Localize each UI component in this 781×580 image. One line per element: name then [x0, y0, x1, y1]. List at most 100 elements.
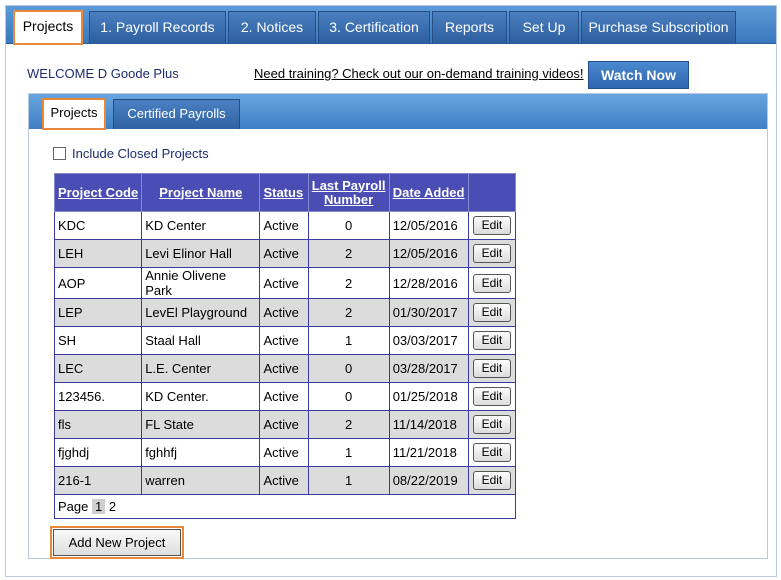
table-row: AOP Annie Olivene Park Active 2 12/28/2016 Ed…: [53, 267, 517, 299]
edit-button[interactable]: Edit: [472, 359, 511, 378]
tab-reports[interactable]: Reports: [432, 11, 507, 44]
cell-project-code: AOP: [53, 267, 143, 299]
cell-project-code: SH: [53, 326, 143, 355]
tab-set-up[interactable]: Set Up: [509, 11, 579, 44]
table-row: LEC L.E. Center Active 0 03/28/2017 Edit: [53, 354, 517, 383]
cell-actions: Edit: [467, 239, 517, 268]
table-row: KDC KD Center Active 0 12/05/2016 Edit: [53, 211, 517, 240]
cell-date-added: 01/25/2018: [388, 382, 469, 411]
cell-date-added: 12/28/2016: [388, 267, 469, 299]
tab-payroll-records[interactable]: 1. Payroll Records: [89, 11, 226, 44]
table-header-row: Project Code Project Name Status Last Pa…: [53, 173, 517, 212]
cell-project-code: fjghdj: [53, 438, 143, 467]
cell-last-payroll-number: 2: [307, 267, 390, 299]
cell-project-name: Levi Elinor Hall: [141, 239, 261, 268]
cell-project-code: LEH: [53, 239, 143, 268]
welcome-message: WELCOME D Goode Plus: [27, 66, 179, 81]
page-current: 1: [92, 499, 106, 514]
tab-notices[interactable]: 2. Notices: [228, 11, 316, 44]
table-body: KDC KD Center Active 0 12/05/2016 Edit LEH Levi…: [53, 211, 517, 495]
col-date-added[interactable]: Date Added: [388, 173, 469, 212]
pager-row: Page 1 2: [54, 494, 516, 519]
col-last-payroll-number[interactable]: Last Payroll Number: [307, 173, 390, 212]
cell-status: Active: [259, 239, 309, 268]
cell-status: Active: [259, 267, 309, 299]
cell-actions: Edit: [467, 466, 517, 495]
cell-last-payroll-number: 0: [307, 354, 390, 383]
col-project-code[interactable]: Project Code: [53, 173, 143, 212]
table-row: SH Staal Hall Active 1 03/03/2017 Edit: [53, 326, 517, 355]
include-closed-checkbox[interactable]: [53, 147, 66, 160]
cell-project-name: fghhfj: [141, 438, 261, 467]
cell-actions: Edit: [467, 326, 517, 355]
add-new-project-button[interactable]: Add New Project: [50, 526, 184, 559]
app-frame: Projects 1. Payroll Records 2. Notices 3…: [5, 5, 777, 577]
edit-button[interactable]: Edit: [472, 303, 511, 322]
include-closed-row: Include Closed Projects: [53, 146, 209, 161]
table-row: LEP LevEl Playground Active 2 01/30/2017 Edit: [53, 298, 517, 327]
cell-date-added: 01/30/2017: [388, 298, 469, 327]
col-actions: [467, 173, 517, 212]
edit-button[interactable]: Edit: [472, 443, 511, 462]
pager-cell: Page 1 2: [54, 494, 516, 519]
tab-purchase-subscription[interactable]: Purchase Subscription: [581, 11, 736, 44]
cell-actions: Edit: [467, 354, 517, 383]
cell-date-added: 12/05/2016: [388, 211, 469, 240]
cell-project-name: Staal Hall: [141, 326, 261, 355]
cell-project-name: KD Center.: [141, 382, 261, 411]
page-link-2[interactable]: 2: [109, 499, 116, 514]
cell-project-name: LevEl Playground: [141, 298, 261, 327]
cell-actions: Edit: [467, 298, 517, 327]
cell-project-name: Annie Olivene Park: [141, 267, 261, 299]
edit-button[interactable]: Edit: [472, 216, 511, 235]
cell-project-code: fls: [53, 410, 143, 439]
cell-status: Active: [259, 298, 309, 327]
table-row: fls FL State Active 2 11/14/2018 Edit: [53, 410, 517, 439]
cell-project-code: LEP: [53, 298, 143, 327]
cell-last-payroll-number: 2: [307, 239, 390, 268]
table-row: 216-1 warren Active 1 08/22/2019 Edit: [53, 466, 517, 495]
cell-last-payroll-number: 1: [307, 438, 390, 467]
cell-last-payroll-number: 0: [307, 382, 390, 411]
include-closed-label[interactable]: Include Closed Projects: [72, 146, 209, 161]
projects-table: Project Code Project Name Status Last Pa…: [53, 173, 517, 519]
cell-actions: Edit: [467, 410, 517, 439]
cell-status: Active: [259, 466, 309, 495]
cell-project-name: warren: [141, 466, 261, 495]
tab-certification[interactable]: 3. Certification: [318, 11, 430, 44]
cell-project-name: L.E. Center: [141, 354, 261, 383]
col-project-name[interactable]: Project Name: [141, 173, 261, 212]
main-tab-bar: Projects 1. Payroll Records 2. Notices 3…: [6, 6, 776, 45]
subtab-projects[interactable]: Projects: [42, 98, 106, 130]
cell-last-payroll-number: 1: [307, 326, 390, 355]
training-videos-link[interactable]: Need training? Check out our on-demand t…: [254, 66, 584, 81]
tab-projects[interactable]: Projects: [13, 10, 83, 45]
edit-button[interactable]: Edit: [472, 387, 511, 406]
cell-status: Active: [259, 211, 309, 240]
col-status[interactable]: Status: [259, 173, 309, 212]
cell-status: Active: [259, 410, 309, 439]
cell-status: Active: [259, 354, 309, 383]
cell-date-added: 12/05/2016: [388, 239, 469, 268]
edit-button[interactable]: Edit: [472, 415, 511, 434]
cell-last-payroll-number: 0: [307, 211, 390, 240]
cell-project-code: LEC: [53, 354, 143, 383]
edit-button[interactable]: Edit: [472, 273, 511, 293]
cell-last-payroll-number: 2: [307, 298, 390, 327]
cell-date-added: 11/14/2018: [388, 410, 469, 439]
cell-status: Active: [259, 438, 309, 467]
cell-project-code: 216-1: [53, 466, 143, 495]
watch-now-button[interactable]: Watch Now: [588, 61, 689, 89]
subtab-certified-payrolls[interactable]: Certified Payrolls: [113, 99, 240, 129]
table-row: 123456. KD Center. Active 0 01/25/2018 Edit: [53, 382, 517, 411]
table-row: fjghdj fghhfj Active 1 11/21/2018 Edit: [53, 438, 517, 467]
cell-project-name: KD Center: [141, 211, 261, 240]
edit-button[interactable]: Edit: [472, 471, 511, 490]
edit-button[interactable]: Edit: [472, 244, 511, 263]
table-row: LEH Levi Elinor Hall Active 2 12/05/2016 Edit: [53, 239, 517, 268]
edit-button[interactable]: Edit: [472, 331, 511, 350]
cell-status: Active: [259, 326, 309, 355]
projects-panel: Projects Certified Payrolls Include Clos…: [28, 93, 768, 559]
cell-date-added: 08/22/2019: [388, 466, 469, 495]
cell-status: Active: [259, 382, 309, 411]
